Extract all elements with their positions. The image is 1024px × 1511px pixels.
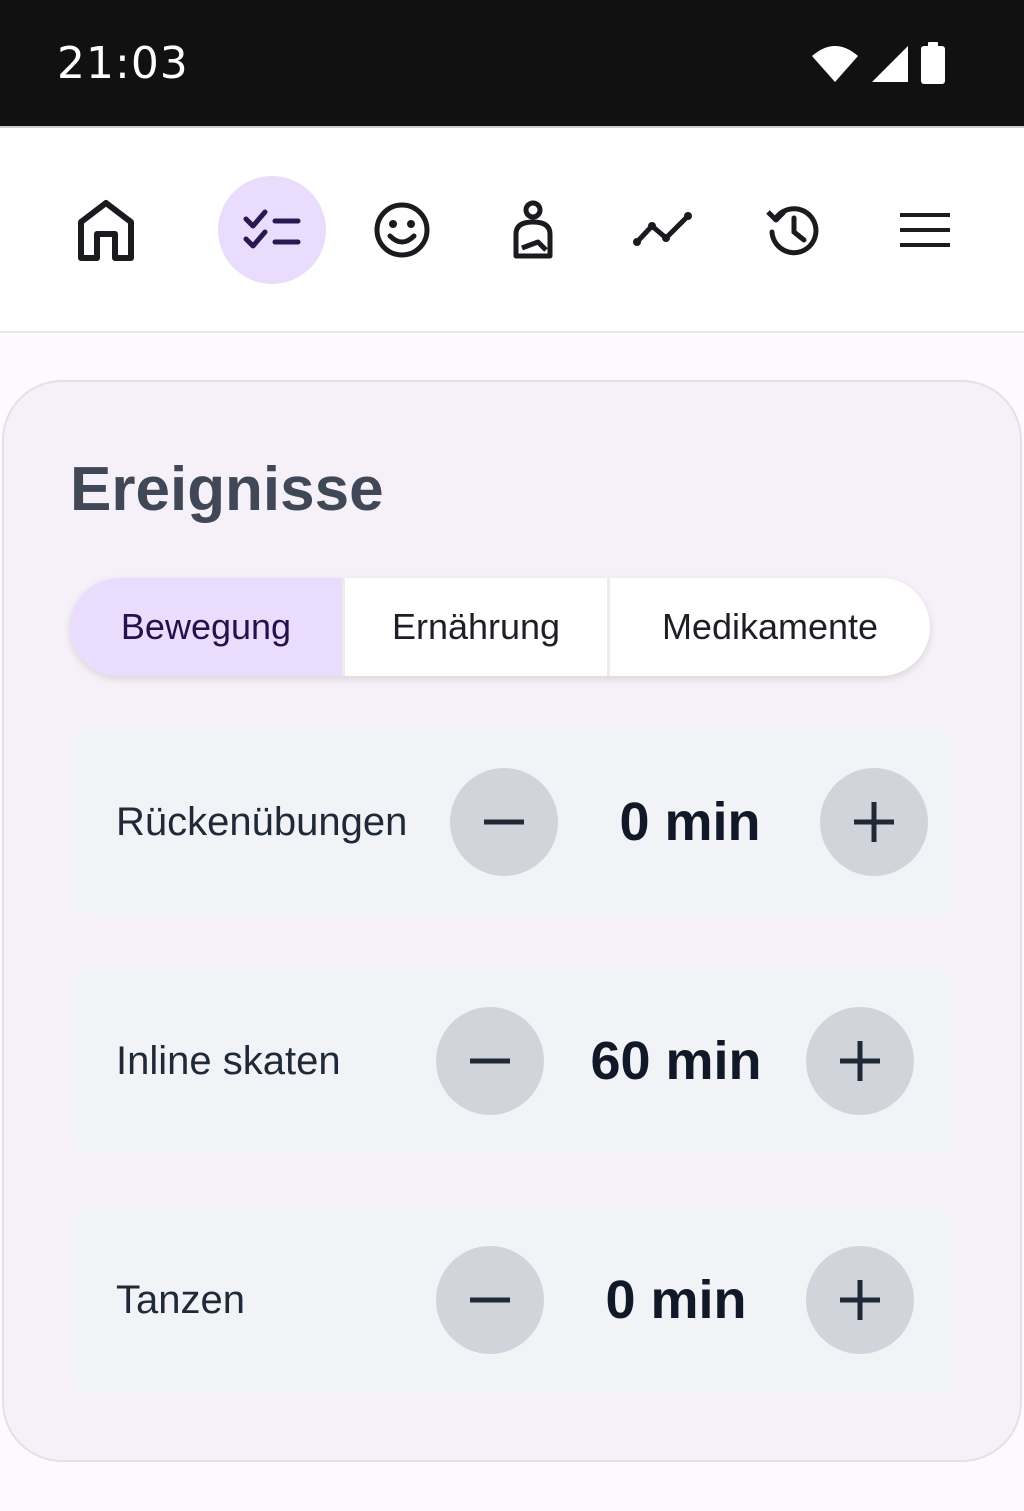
- person-injury-icon: [513, 200, 553, 259]
- event-value: 0 min: [619, 792, 761, 852]
- status-icons: [810, 42, 946, 84]
- status-time: 21:03: [57, 38, 189, 89]
- increment-button[interactable]: [806, 1246, 914, 1354]
- nav-history[interactable]: [740, 176, 848, 284]
- signal-icon: [872, 46, 908, 82]
- events-card: Ereignisse Bewegung Ernährung Medikament…: [2, 380, 1022, 1462]
- nav-home[interactable]: [52, 176, 160, 284]
- wifi-icon: [812, 46, 858, 82]
- history-icon: [766, 206, 819, 256]
- smiley-icon: [374, 202, 430, 258]
- battery-icon: [921, 42, 945, 84]
- page-title: Ereignisse: [70, 455, 384, 524]
- category-tabs: Bewegung Ernährung Medikamente: [70, 578, 930, 676]
- nav-mood[interactable]: [348, 176, 456, 284]
- home-icon: [78, 200, 134, 261]
- event-value: 0 min: [605, 1270, 747, 1330]
- tab-ernaehrung[interactable]: Ernährung: [342, 578, 607, 676]
- decrement-button[interactable]: [436, 1007, 544, 1115]
- event-label: Inline skaten: [116, 1038, 341, 1083]
- minus-icon: [470, 1058, 510, 1064]
- status-bar: 21:03: [0, 0, 1024, 126]
- plus-icon: [840, 1041, 880, 1081]
- trend-line-icon: [633, 212, 692, 246]
- minus-icon: [484, 819, 524, 825]
- minus-icon: [470, 1297, 510, 1303]
- tab-medikamente[interactable]: Medikamente: [607, 578, 930, 676]
- event-value: 60 min: [590, 1031, 762, 1091]
- decrement-button[interactable]: [436, 1246, 544, 1354]
- event-label: Tanzen: [116, 1277, 245, 1322]
- top-nav: [0, 126, 1024, 333]
- increment-button[interactable]: [806, 1007, 914, 1115]
- event-row: Rückenübungen 0 min: [72, 728, 956, 916]
- nav-body[interactable]: [479, 176, 587, 284]
- increment-button[interactable]: [820, 768, 928, 876]
- nav-menu[interactable]: [871, 176, 979, 284]
- menu-icon: [900, 213, 950, 247]
- decrement-button[interactable]: [450, 768, 558, 876]
- nav-trends[interactable]: [609, 176, 717, 284]
- tab-bewegung[interactable]: Bewegung: [70, 578, 342, 676]
- checklist-icon: [243, 209, 301, 249]
- plus-icon: [854, 802, 894, 842]
- event-row: Inline skaten 60 min: [72, 967, 956, 1155]
- event-label: Rückenübungen: [116, 799, 408, 844]
- nav-checklist[interactable]: [218, 176, 326, 284]
- plus-icon: [840, 1280, 880, 1320]
- event-row: Tanzen 0 min: [72, 1206, 956, 1394]
